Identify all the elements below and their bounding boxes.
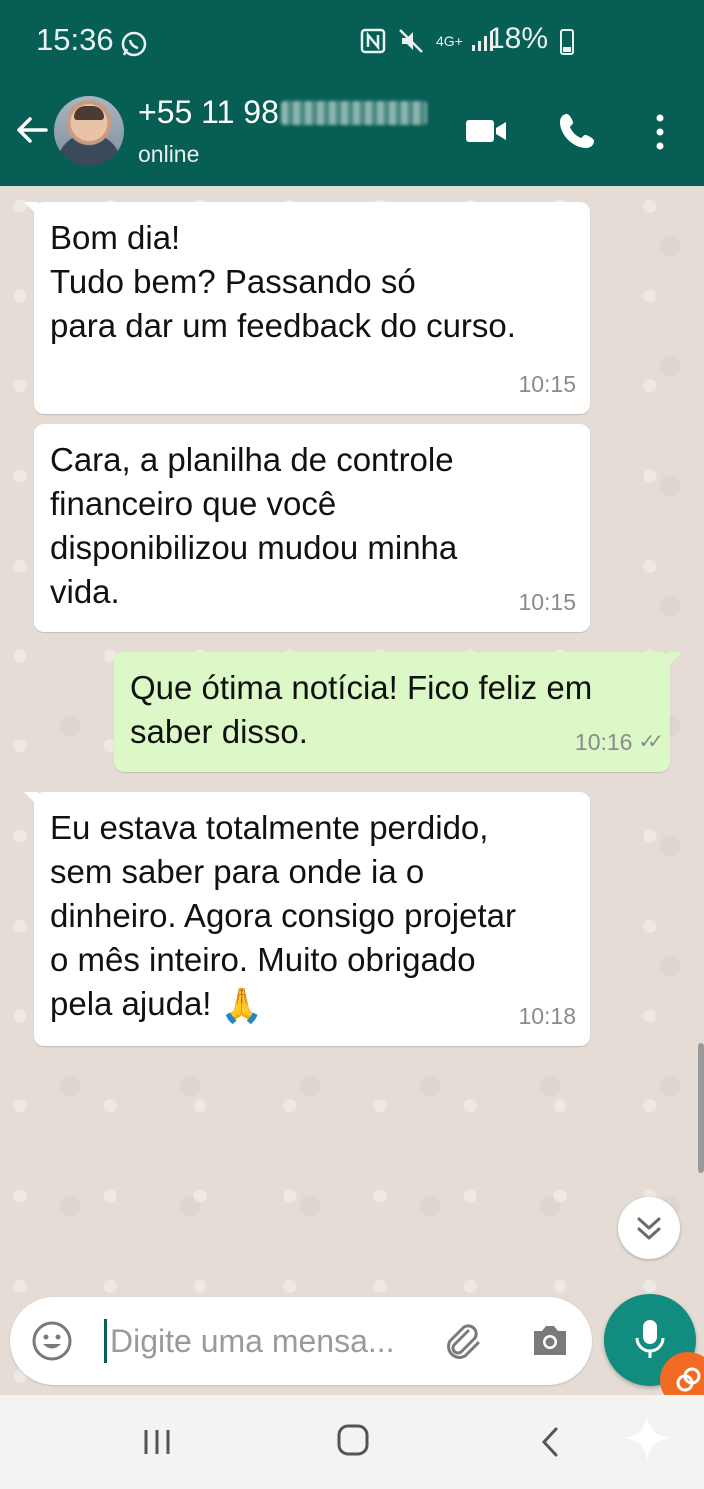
message-composer (10, 1297, 592, 1385)
folded-hands-emoji: 🙏 (220, 987, 263, 1026)
back-arrow-icon[interactable] (14, 112, 50, 148)
message-outgoing[interactable]: Que ótima notícia! Fico feliz em saber d… (114, 652, 682, 772)
message-incoming[interactable]: Bom dia! Tudo bem? Passando só para dar … (24, 202, 590, 414)
contact-status: online (138, 141, 200, 167)
message-text: Eu estava totalmente perdido, sem saber … (50, 806, 572, 1028)
redacted-number (280, 100, 427, 125)
message-time: 10:16 ✓✓ (574, 720, 664, 764)
voice-call-icon[interactable] (558, 110, 598, 150)
contact-name[interactable]: +55 11 98 (138, 94, 427, 131)
home-icon[interactable] (336, 1423, 370, 1457)
message-time: 10:18 (518, 994, 576, 1038)
chevron-double-down-icon (637, 1217, 661, 1240)
scroll-to-bottom-button[interactable] (618, 1197, 680, 1259)
sparkle-icon (624, 1415, 670, 1461)
battery-icon (560, 29, 574, 55)
status-bar: 15:36 4G+ 18% (0, 0, 704, 76)
nav-back-icon[interactable] (536, 1425, 564, 1459)
time-label: 10:15 (518, 371, 576, 397)
message-time: 10:15 (518, 580, 576, 624)
time-label: 10:16 (574, 729, 633, 755)
mute-icon (399, 29, 423, 53)
recent-apps-icon[interactable] (140, 1427, 174, 1457)
video-call-icon[interactable] (464, 116, 508, 146)
message-text: Cara, a planilha de controle financeiro … (50, 441, 458, 610)
scrollbar[interactable] (698, 1043, 704, 1173)
attach-icon[interactable] (438, 1317, 486, 1365)
battery-percent: 18% (487, 22, 548, 55)
double-check-icon: ✓✓ (638, 731, 663, 753)
emoji-icon[interactable] (30, 1319, 74, 1363)
message-incoming[interactable]: Cara, a planilha de controle financeiro … (34, 424, 590, 632)
system-nav-bar (0, 1395, 704, 1489)
mic-icon (635, 1320, 665, 1358)
contact-number: +55 11 98 (138, 94, 279, 130)
message-time: 10:15 (518, 362, 576, 406)
time-label: 10:15 (518, 589, 576, 615)
more-vert-icon[interactable] (650, 112, 670, 152)
message-body: Eu estava totalmente perdido, sem saber … (50, 809, 516, 1022)
contact-avatar[interactable] (54, 96, 124, 166)
time-label: 10:18 (518, 1003, 576, 1029)
message-text: Bom dia! Tudo bem? Passando só para dar … (50, 219, 516, 344)
whatsapp-icon (121, 31, 147, 57)
link-icon (676, 1367, 701, 1392)
chat-area[interactable]: Bom dia! Tudo bem? Passando só para dar … (0, 186, 704, 1396)
nfc-icon (360, 28, 386, 54)
message-text: Que ótima notícia! Fico feliz em saber d… (130, 669, 593, 750)
system-icons: 4G+ (360, 28, 494, 54)
message-input[interactable] (108, 1315, 442, 1367)
message-incoming[interactable]: Eu estava totalmente perdido, sem saber … (24, 792, 590, 1046)
status-time: 15:36 (36, 22, 114, 57)
network-type: 4G+ (436, 33, 463, 49)
text-caret (104, 1319, 107, 1363)
chat-header: +55 11 98 online (0, 76, 704, 186)
camera-icon[interactable] (528, 1319, 572, 1363)
